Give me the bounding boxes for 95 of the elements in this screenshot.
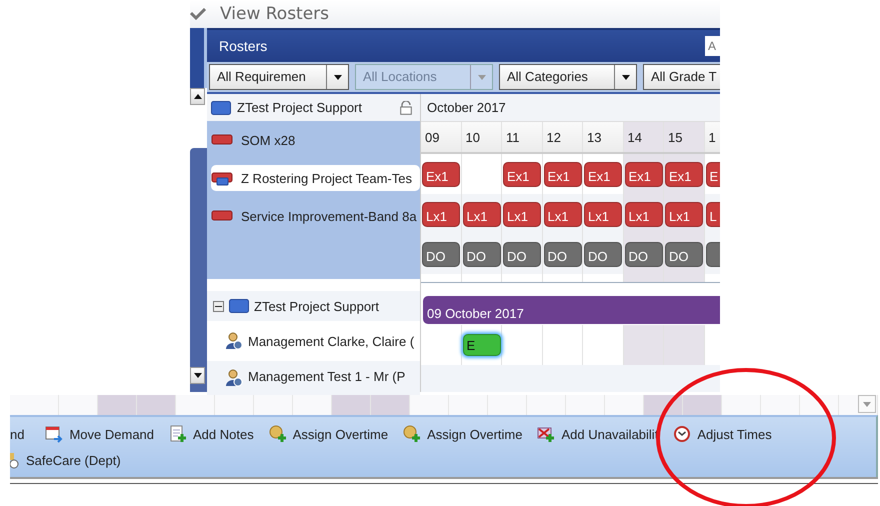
toolbar-button[interactable]: SafeCare (Dept) bbox=[10, 451, 121, 469]
toolbar-button[interactable]: Add Unavailabilit bbox=[537, 425, 658, 443]
note-add-icon bbox=[169, 425, 188, 443]
shift-block[interactable]: DO bbox=[462, 242, 500, 266]
grid-cell[interactable]: Lx1 bbox=[583, 194, 624, 234]
day-header: 14 bbox=[624, 122, 664, 152]
coin-add-icon bbox=[403, 425, 422, 443]
envelope-add-icon bbox=[537, 425, 556, 443]
grid-cell[interactable]: Lx1 bbox=[542, 194, 583, 234]
toolbar-button[interactable]: Assign Overtime bbox=[268, 425, 388, 443]
check-icon bbox=[190, 8, 206, 20]
grid-cell[interactable]: Ex1 bbox=[664, 154, 704, 194]
month-label: October 2017 bbox=[427, 100, 506, 115]
shift-block[interactable]: Ex1 bbox=[503, 162, 541, 186]
shift-block[interactable]: DO bbox=[624, 242, 662, 266]
page-title: View Rosters bbox=[220, 4, 330, 24]
staff-name[interactable]: Management Clarke, Claire ( bbox=[248, 334, 414, 348]
shift-block[interactable]: L bbox=[706, 202, 720, 226]
grid-cell[interactable]: Ex1 bbox=[542, 154, 583, 194]
panel-title: Rosters bbox=[219, 38, 268, 54]
shift-block[interactable]: Lx1 bbox=[544, 202, 582, 226]
requirement-item[interactable]: SOM x28 bbox=[207, 121, 420, 159]
folder-icon bbox=[211, 100, 231, 114]
grid-cell[interactable]: Lx1 bbox=[462, 194, 502, 234]
shift-block[interactable]: DO bbox=[544, 242, 582, 266]
scroll-down-button[interactable] bbox=[190, 367, 205, 384]
day-header: 12 bbox=[542, 122, 583, 152]
grid-cell[interactable]: Lx1 bbox=[502, 194, 542, 234]
folder-icon bbox=[229, 299, 249, 313]
grid-cell[interactable] bbox=[624, 325, 664, 365]
group-name: ZTest Project Support bbox=[254, 298, 379, 314]
shift-block[interactable]: DO bbox=[584, 242, 622, 266]
grid-cell[interactable]: Lx1 bbox=[421, 194, 462, 234]
shift-block[interactable]: DO bbox=[503, 242, 541, 266]
clock-icon bbox=[673, 425, 692, 443]
grid-cell[interactable]: DO bbox=[421, 234, 462, 274]
grid-cell[interactable]: DO bbox=[583, 234, 624, 274]
filter-dropdown[interactable]: All Categories bbox=[499, 64, 637, 90]
grid-cell[interactable]: DO bbox=[664, 234, 704, 274]
grid-cell[interactable]: DO bbox=[624, 234, 664, 274]
grid-cell[interactable] bbox=[664, 325, 704, 365]
grid-cell[interactable]: DO bbox=[502, 234, 542, 274]
grid-cell[interactable]: Ex1 bbox=[624, 154, 664, 194]
grid-cell[interactable]: E bbox=[704, 154, 720, 194]
shift-block[interactable]: Lx1 bbox=[462, 202, 500, 226]
scroll-up-button[interactable] bbox=[190, 88, 205, 105]
calendar-arrow-icon bbox=[45, 425, 64, 443]
shift-block[interactable]: Ex1 bbox=[584, 162, 622, 186]
person-icon bbox=[225, 332, 243, 350]
grid-cell[interactable]: Lx1 bbox=[624, 194, 664, 234]
grid-cell[interactable]: L bbox=[704, 194, 720, 234]
grid-cell[interactable]: E bbox=[462, 325, 502, 365]
grid-cell[interactable]: Ex1 bbox=[421, 154, 462, 194]
toolbar-button[interactable]: Move Demand bbox=[45, 425, 154, 443]
filter-dropdown[interactable]: All Requiremen bbox=[209, 64, 349, 90]
shift-block[interactable]: E bbox=[462, 334, 500, 356]
grid-cell[interactable]: Lx1 bbox=[664, 194, 704, 234]
person-clock-icon bbox=[10, 451, 20, 469]
date-banner: 09 October 2017 bbox=[423, 296, 720, 324]
shift-block[interactable]: Ex1 bbox=[624, 162, 662, 186]
shift-block[interactable]: Lx1 bbox=[665, 202, 703, 226]
requirement-icon bbox=[211, 170, 233, 186]
shift-block[interactable]: Ex1 bbox=[665, 162, 703, 186]
toolbar-button[interactable]: nd bbox=[10, 426, 24, 442]
shift-block[interactable]: DO bbox=[422, 242, 460, 266]
shift-block[interactable]: Ex1 bbox=[422, 162, 460, 186]
grid-cell[interactable]: DO bbox=[542, 234, 583, 274]
grid-cell[interactable]: Ex1 bbox=[583, 154, 624, 194]
toolbar-button[interactable]: Add Notes bbox=[169, 425, 254, 443]
toolbar-button[interactable]: Adjust Times bbox=[673, 425, 772, 443]
day-header: 1 bbox=[704, 122, 720, 152]
person-icon bbox=[225, 369, 243, 387]
search-field[interactable]: A bbox=[705, 36, 720, 56]
toolbar-button[interactable]: Assign Overtime bbox=[403, 425, 522, 443]
grid-cell[interactable]: DO bbox=[462, 234, 502, 274]
requirement-item[interactable]: Z Rostering Project Team-Tes bbox=[211, 165, 420, 191]
day-header: 15 bbox=[664, 122, 704, 152]
filter-dropdown[interactable]: All Grade T bbox=[643, 64, 720, 90]
shift-block[interactable]: Lx1 bbox=[584, 202, 622, 226]
day-header: 11 bbox=[502, 122, 542, 152]
group-name: ZTest Project Support bbox=[237, 100, 362, 115]
shift-block[interactable]: DO bbox=[665, 242, 703, 266]
shift-block[interactable]: Lx1 bbox=[624, 202, 662, 226]
shift-block[interactable]: E bbox=[706, 162, 720, 186]
side-panel bbox=[190, 28, 207, 88]
day-header: 10 bbox=[462, 122, 502, 152]
shift-block[interactable]: Ex1 bbox=[544, 162, 582, 186]
requirement-item[interactable]: Service Improvement-Band 8a bbox=[207, 197, 420, 235]
shift-block[interactable]: Lx1 bbox=[422, 202, 460, 226]
day-header: 09 bbox=[421, 122, 462, 152]
lock-icon[interactable] bbox=[400, 100, 412, 114]
coin-add-icon bbox=[268, 425, 287, 443]
shift-block[interactable]: Lx1 bbox=[503, 202, 541, 226]
grid-cell[interactable]: Ex1 bbox=[502, 154, 542, 194]
collapse-button[interactable] bbox=[213, 300, 224, 312]
